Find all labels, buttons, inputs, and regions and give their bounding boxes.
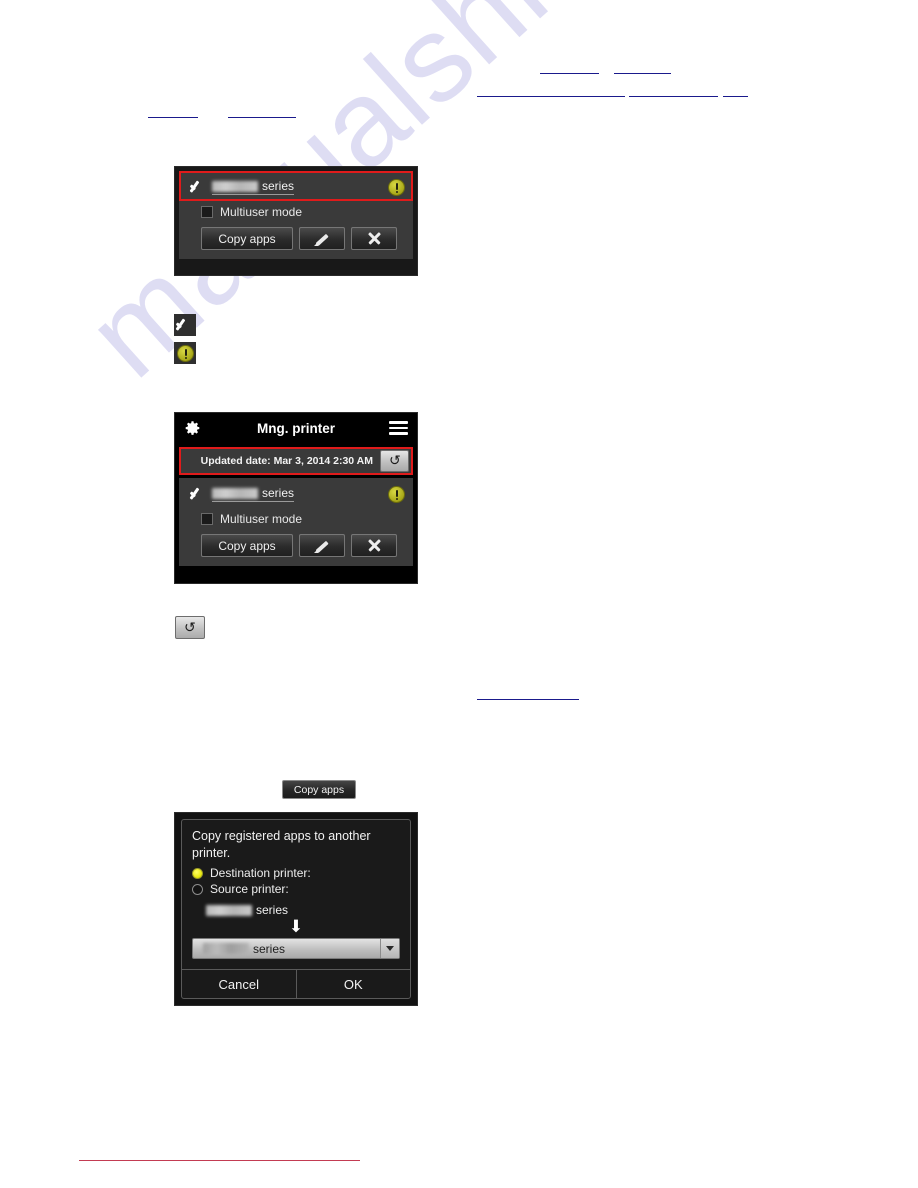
source-printer-label: Source printer: [210,882,289,896]
model-name-redacted [206,904,252,916]
link-rule-top-3[interactable] [477,96,625,97]
link-rule-top-1[interactable] [540,73,599,74]
multiuser-mode-row[interactable]: Multiuser mode [179,508,413,532]
multiuser-label: Multiuser mode [220,512,303,526]
multiuser-checkbox[interactable] [201,513,213,525]
hamburger-bar [389,432,408,435]
radio-unselected-icon[interactable] [192,883,203,895]
series-text: series [262,486,295,500]
model-name-redacted [203,943,249,954]
series-text: series [262,179,295,193]
radio-selected-icon[interactable] [192,867,203,879]
destination-printer-option[interactable]: Destination printer: [192,866,400,880]
cancel-button[interactable]: Cancel [182,970,297,998]
copy-apps-button[interactable]: Copy apps [201,227,293,250]
app-header: Mng. printer [175,413,417,443]
link-rule-top-2[interactable] [614,73,671,74]
link-rule-top-7[interactable] [228,117,296,118]
pencil-icon [314,231,330,247]
current-printer-name: series [206,903,400,917]
updated-date-label: Updated date: Mar 3, 2014 2:30 AM [200,455,373,467]
destination-printer-label: Destination printer: [210,866,311,880]
edit-printer-button[interactable] [299,227,345,250]
refresh-icon: ↻ [388,453,401,469]
hamburger-bar [389,426,408,430]
page-canvas: series Multiuser mode Copy apps Mng. pri… [0,0,918,1188]
edit-printer-button[interactable] [299,534,345,557]
dialog-title: Copy registered apps to another printer. [192,829,371,860]
printer-name: series [212,486,295,502]
updated-date-row: Updated date: Mar 3, 2014 2:30 AM ↻ [179,447,413,475]
printer-panel-1-body: series Multiuser mode Copy apps [179,171,413,259]
warning-icon[interactable] [388,178,405,196]
link-rule-mid-1[interactable] [477,699,579,700]
check-icon [173,315,193,335]
copy-apps-dialog-footer: Cancel OK [182,969,410,998]
printer-actions-row: Copy apps [179,225,413,259]
warning-icon[interactable] [388,485,405,503]
source-printer-option[interactable]: Source printer: [192,882,400,896]
chevron-down-icon[interactable] [380,939,399,958]
hamburger-bar [389,421,408,424]
down-arrow-icon: ⬇ [288,917,304,937]
model-name-redacted [212,180,258,192]
check-icon [187,484,207,504]
series-text: series [256,903,289,917]
standalone-copy-apps-button[interactable]: Copy apps [282,780,356,799]
copy-apps-dialog: Copy registered apps to another printer.… [174,812,418,1006]
multiuser-label: Multiuser mode [220,205,303,219]
check-icon [187,177,207,197]
copy-apps-dialog-content: Copy registered apps to another printer.… [182,820,410,969]
ok-button[interactable]: OK [297,970,411,998]
link-rule-top-6[interactable] [148,117,198,118]
printer-name: series [212,179,295,195]
model-name-redacted [212,487,258,499]
gear-icon[interactable] [184,420,201,437]
printer-panel-2-body: series Multiuser mode Copy apps [179,478,413,566]
link-rule-top-5[interactable] [723,96,748,97]
copy-apps-dialog-inner: Copy registered apps to another printer.… [181,819,411,999]
refresh-button[interactable]: ↻ [380,450,409,472]
footer-divider [79,1160,360,1161]
pencil-icon [314,538,330,554]
warning-icon [176,344,194,362]
multiuser-checkbox[interactable] [201,206,213,218]
delete-printer-button[interactable] [351,227,397,250]
copy-apps-button[interactable]: Copy apps [201,534,293,557]
printer-row[interactable]: series [179,478,413,508]
legend-warning-tile [174,342,196,364]
link-rule-top-4[interactable] [629,96,718,97]
standalone-refresh-button[interactable]: ↻ [175,616,205,639]
target-printer-dropdown[interactable]: series [192,938,400,959]
printer-actions-row: Copy apps [179,532,413,566]
multiuser-mode-row[interactable]: Multiuser mode [179,201,413,225]
legend-check-tile [174,314,196,336]
printer-panel-2: Mng. printer Updated date: Mar 3, 2014 2… [174,412,418,584]
page-title: Mng. printer [257,420,335,436]
dropdown-value: series [253,941,286,956]
close-icon [367,538,382,553]
close-icon [367,231,382,246]
delete-printer-button[interactable] [351,534,397,557]
hamburger-icon[interactable] [389,421,408,435]
printer-row-highlighted[interactable]: series [179,171,413,201]
printer-panel-1: series Multiuser mode Copy apps [174,166,418,276]
refresh-icon: ↻ [184,619,196,636]
